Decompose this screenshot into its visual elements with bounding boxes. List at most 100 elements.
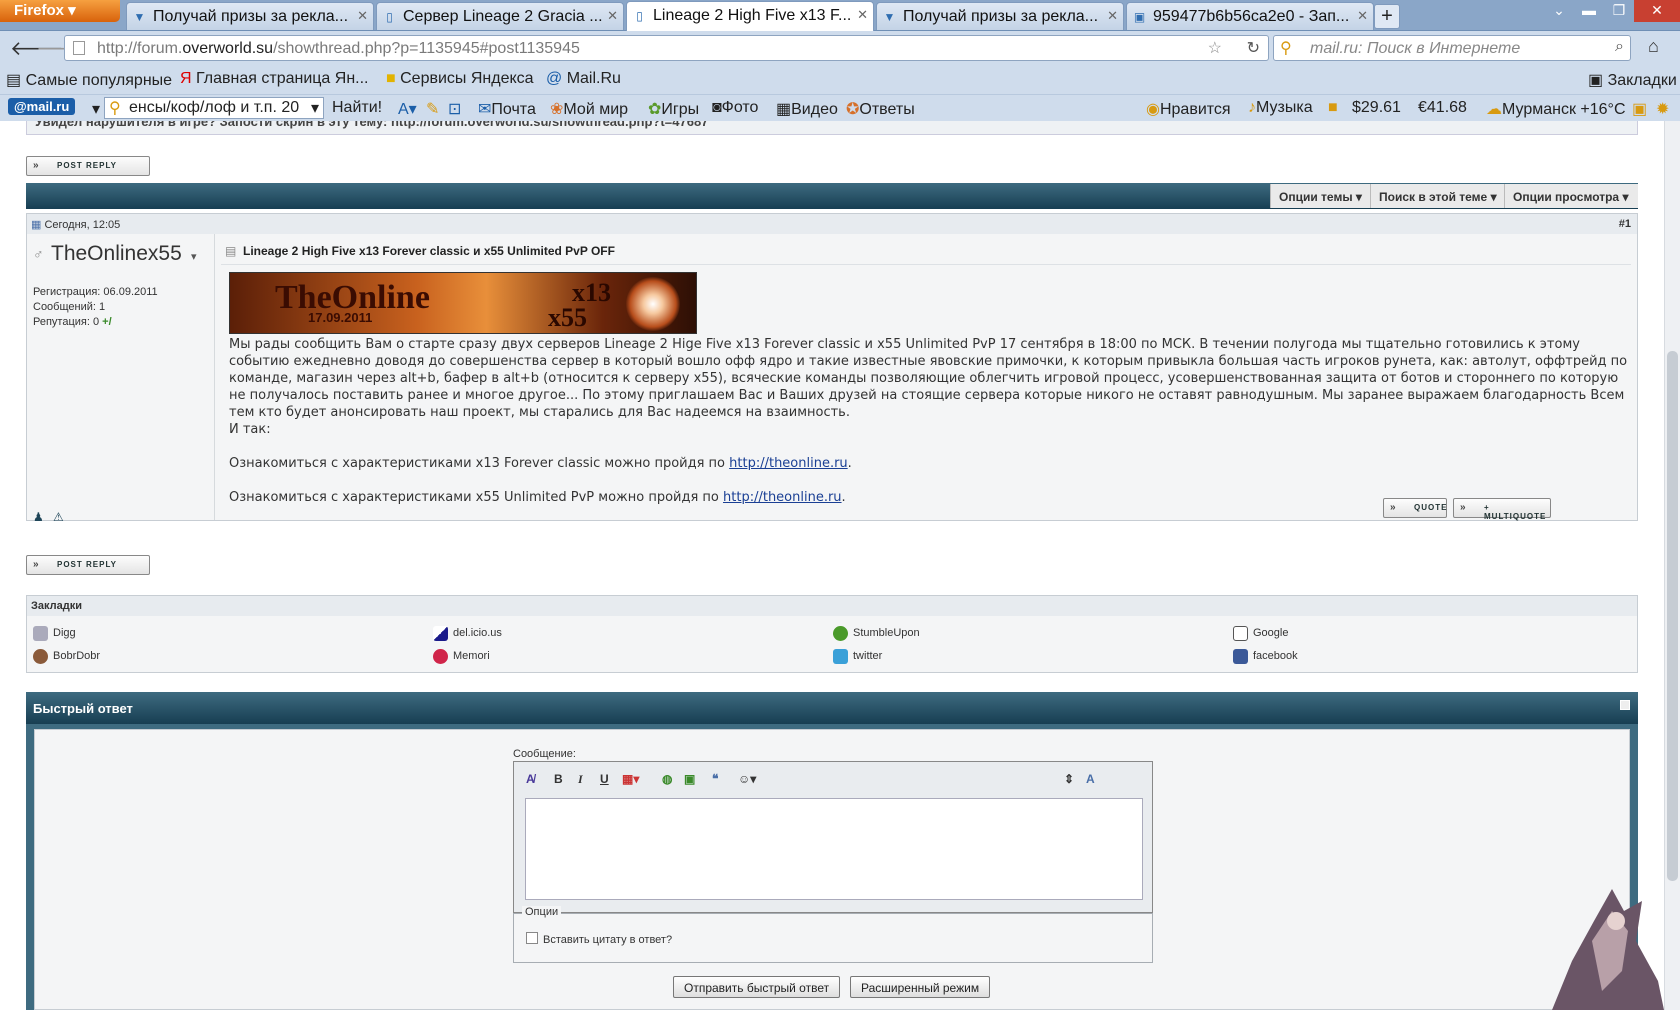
close-tab-icon[interactable]: ✕ (1107, 8, 1118, 24)
weather-label: Мурманск +16°C (1502, 101, 1626, 118)
gear-icon[interactable]: ✹ (1656, 99, 1669, 119)
underline-icon[interactable]: U (600, 772, 609, 786)
text-color-icon[interactable]: ▦▾ (622, 772, 639, 786)
bookmarks-menu[interactable]: ▣ Закладки (1588, 70, 1677, 90)
usd-rate[interactable]: $29.61 (1352, 99, 1401, 117)
resize-icon[interactable]: ⇕ (1064, 772, 1074, 786)
multiquote-arrow-icon: » (1460, 502, 1467, 513)
mail-link[interactable]: ✉Почта (478, 99, 536, 119)
quote-checkbox-label[interactable]: Вставить цитату в ответ? (543, 934, 672, 946)
user-profile-icon[interactable]: ♟ (33, 510, 44, 524)
report-icon[interactable]: ⚠ (53, 510, 64, 524)
tab-5[interactable]: ▣ 959477b6b56ca2e0 - Зап... ✕ (1126, 2, 1374, 30)
digg-link[interactable]: Digg (33, 626, 76, 641)
multiquote-button[interactable]: » + MULTIQUOTE (1453, 498, 1551, 521)
myworld-link[interactable]: ❀Мой мир (550, 99, 628, 119)
video-link[interactable]: ▦Видео (776, 99, 838, 119)
post-number-link[interactable]: #1 (1619, 218, 1631, 230)
search-icon[interactable]: ⌕ (1615, 38, 1624, 56)
switch-editor-icon[interactable]: A (1086, 772, 1095, 786)
quote-button[interactable]: » QUOTE (1383, 498, 1447, 518)
tab-4[interactable]: ▼ Получай призы за рекла... ✕ (876, 2, 1124, 30)
tab-label: Lineage 2 High Five x13 F... (653, 7, 852, 24)
games-link[interactable]: ✿Игры (648, 99, 699, 119)
translate-icon[interactable]: A▾ (398, 99, 417, 119)
window-close-icon[interactable]: ✕ (1634, 0, 1680, 22)
link-icon[interactable]: ◍ (662, 772, 672, 786)
scrollbar-thumb[interactable] (1667, 351, 1678, 881)
mailru-search-input[interactable]: ⚲ енсы/коф/лоф и т.п. 20 ▾ (104, 97, 324, 119)
image-icon[interactable]: ▣ (684, 772, 695, 786)
chevron-down-icon[interactable]: ▾ (191, 250, 197, 263)
bookmark-mailru[interactable]: @ Mail.Ru (546, 70, 621, 88)
facebook-link[interactable]: facebook (1233, 649, 1298, 664)
message-textarea[interactable] (525, 798, 1143, 900)
chevron-down-icon[interactable]: ▾ (92, 99, 100, 119)
twitter-link[interactable]: twitter (833, 649, 882, 664)
close-tab-icon[interactable]: ✕ (857, 7, 868, 23)
close-tab-icon[interactable]: ✕ (607, 8, 618, 24)
quote-checkbox[interactable] (526, 932, 538, 944)
weather-widget[interactable]: ☁Мурманск +16°C (1486, 99, 1626, 119)
tab-list-icon[interactable]: ⌄ (1544, 0, 1574, 22)
mailru-logo[interactable]: @mail.ru (8, 98, 76, 115)
zoom-icon[interactable]: ⊡ (448, 99, 461, 119)
remove-format-icon[interactable]: A̸ (526, 772, 535, 786)
display-options-menu[interactable]: Опции просмотра ▾ (1504, 184, 1638, 208)
thread-search-menu[interactable]: Поиск в этой теме ▾ (1370, 184, 1504, 208)
close-tab-icon[interactable]: ✕ (357, 8, 368, 24)
music-link[interactable]: ♪Музыка (1248, 99, 1313, 117)
chevron-down-icon[interactable]: ▾ (311, 98, 319, 118)
tab-1[interactable]: ▼ Получай призы за рекла... ✕ (126, 2, 374, 30)
url-prefix: http://forum. (97, 40, 183, 57)
italic-icon[interactable]: I (578, 772, 583, 787)
theonline-link-x55[interactable]: http://theonline.ru (723, 490, 842, 505)
bookmark-yandex-services[interactable]: ■ Сервисы Яндекса (386, 70, 534, 88)
username-link[interactable]: TheOnlinex55 (51, 242, 182, 266)
quick-reply-header: Быстрый ответ (26, 692, 1638, 724)
game-icon[interactable]: ■ (1328, 99, 1338, 117)
server-banner-image[interactable]: TheOnline 17.09.2011 x13 x55 (229, 272, 697, 334)
url-path: /showthread.php?p=1135945#post1135945 (273, 40, 580, 57)
photo-link[interactable]: ◙Фото (712, 99, 758, 117)
memori-link[interactable]: Memori (433, 649, 490, 664)
minimize-icon[interactable]: ▬ (1574, 0, 1604, 22)
eur-rate[interactable]: €41.68 (1418, 99, 1467, 117)
tab-3-active[interactable]: ▯ Lineage 2 High Five x13 F... ✕ (626, 1, 874, 31)
search-input[interactable]: ⚲ mail.ru: Поиск в Интернете ⌕ (1273, 35, 1631, 61)
quote-icon[interactable]: ❝ (712, 772, 718, 786)
firefox-menu-button[interactable]: Firefox ▾ (0, 0, 120, 22)
thread-options-menu[interactable]: Опции темы ▾ (1270, 184, 1370, 208)
close-tab-icon[interactable]: ✕ (1357, 8, 1368, 24)
post-reply-button-top[interactable]: » POST REPLY (26, 156, 150, 176)
collapse-icon[interactable] (1620, 700, 1630, 710)
like-link[interactable]: ◉Нравится (1146, 99, 1231, 119)
submit-quick-reply-button[interactable]: Отправить быстрый ответ (673, 976, 841, 998)
page-scrollbar[interactable] (1664, 121, 1680, 1010)
bold-icon[interactable]: B (554, 772, 563, 786)
bobrdobr-link[interactable]: BobrDobr (33, 649, 100, 664)
google-link[interactable]: Google (1233, 626, 1288, 641)
url-bar[interactable]: http://forum.overworld.su/showthread.php… (64, 35, 1269, 61)
tab-2[interactable]: ▯ Сервер Lineage 2 Gracia ... ✕ (376, 2, 624, 30)
quick-reply-form: Сообщение: A̸ B I U ▦▾ ◍ ▣ ❝ ☺▾ ⇕ A Опци… (34, 729, 1630, 1010)
bookmark-star-icon[interactable]: ☆ (1208, 38, 1222, 58)
answers-link[interactable]: ✪Ответы (846, 99, 915, 119)
find-button[interactable]: Найти! (332, 99, 382, 117)
reload-icon[interactable]: ↻ (1247, 38, 1260, 58)
mmotop-mascot-image[interactable] (1532, 881, 1664, 1010)
reputation-add-icon[interactable]: +/ (102, 316, 111, 328)
highlight-icon[interactable]: ✎ (426, 99, 439, 119)
post-reply-button-bottom[interactable]: » POST REPLY (26, 555, 150, 575)
delicious-link[interactable]: del.icio.us (433, 626, 502, 641)
advanced-mode-button[interactable]: Расширенный режим (850, 976, 991, 998)
new-tab-button[interactable]: + (1374, 4, 1400, 29)
bookmark-popular[interactable]: ▤ Самые популярные (6, 70, 172, 90)
stumbleupon-link[interactable]: StumbleUpon (833, 626, 920, 641)
bookmark-yandex-home[interactable]: Я Главная страница Ян... (180, 70, 369, 88)
maximize-icon[interactable]: ❐ (1604, 0, 1634, 22)
theonline-link-x13[interactable]: http://theonline.ru (729, 456, 848, 471)
smiley-icon[interactable]: ☺▾ (738, 772, 756, 786)
settings-icon[interactable]: ▣ (1632, 99, 1647, 119)
home-icon[interactable]: ⌂ (1648, 36, 1659, 57)
